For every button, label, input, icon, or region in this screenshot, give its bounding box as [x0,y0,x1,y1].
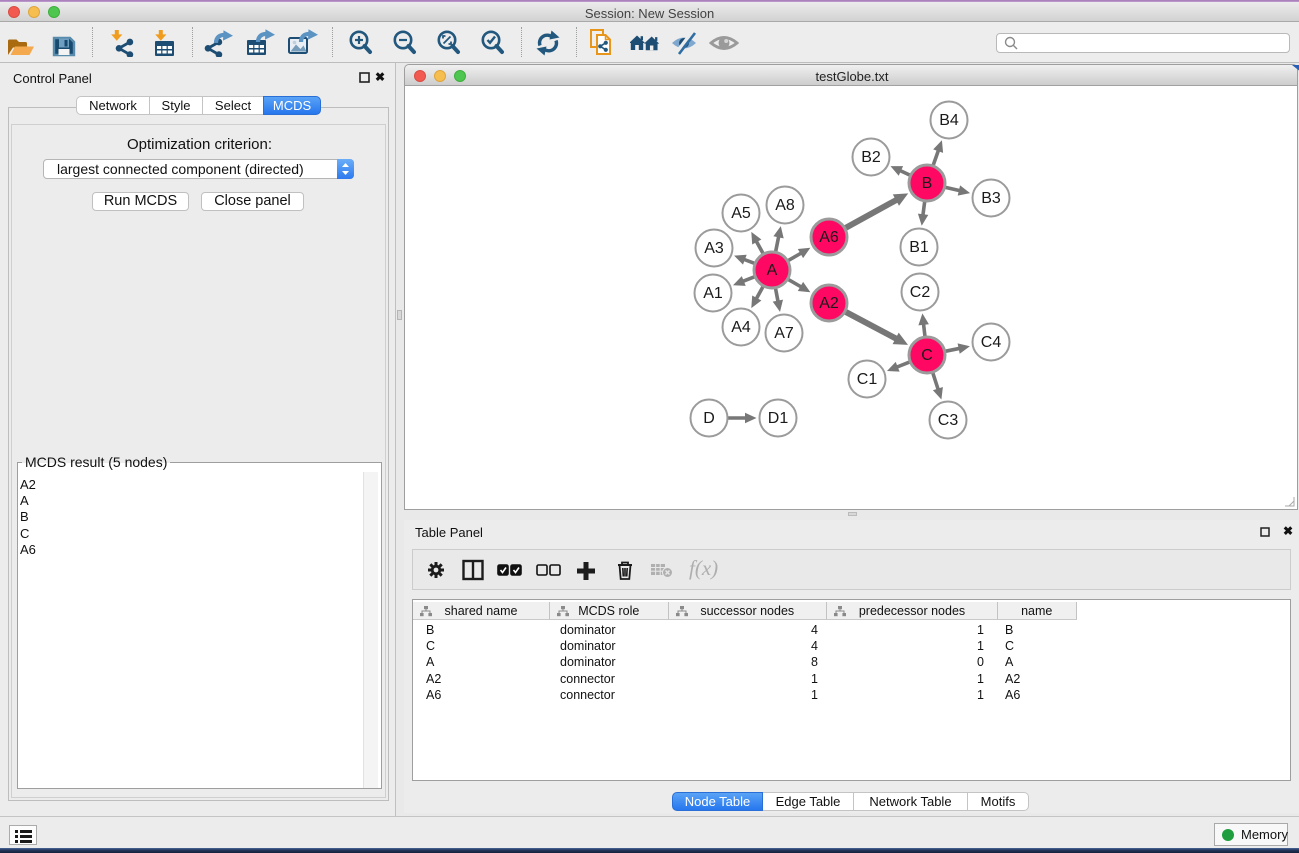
svg-text:C3: C3 [938,412,959,429]
svg-text:D: D [703,410,715,427]
svg-text:A7: A7 [774,325,794,342]
svg-text:C4: C4 [981,334,1002,351]
svg-text:A2: A2 [819,295,839,312]
svg-text:D1: D1 [768,410,789,427]
svg-text:C: C [921,347,933,364]
svg-text:C2: C2 [910,284,931,301]
svg-text:A1: A1 [703,285,723,302]
svg-text:A: A [767,262,778,279]
svg-text:B3: B3 [981,190,1001,207]
svg-text:B1: B1 [909,239,929,256]
svg-text:A5: A5 [731,205,751,222]
svg-text:A8: A8 [775,197,795,214]
svg-text:C1: C1 [857,371,878,388]
svg-text:A4: A4 [731,319,751,336]
svg-text:A6: A6 [819,229,839,246]
svg-text:B4: B4 [939,112,959,129]
svg-text:B2: B2 [861,149,881,166]
svg-text:B: B [922,175,933,192]
svg-text:A3: A3 [704,240,724,257]
